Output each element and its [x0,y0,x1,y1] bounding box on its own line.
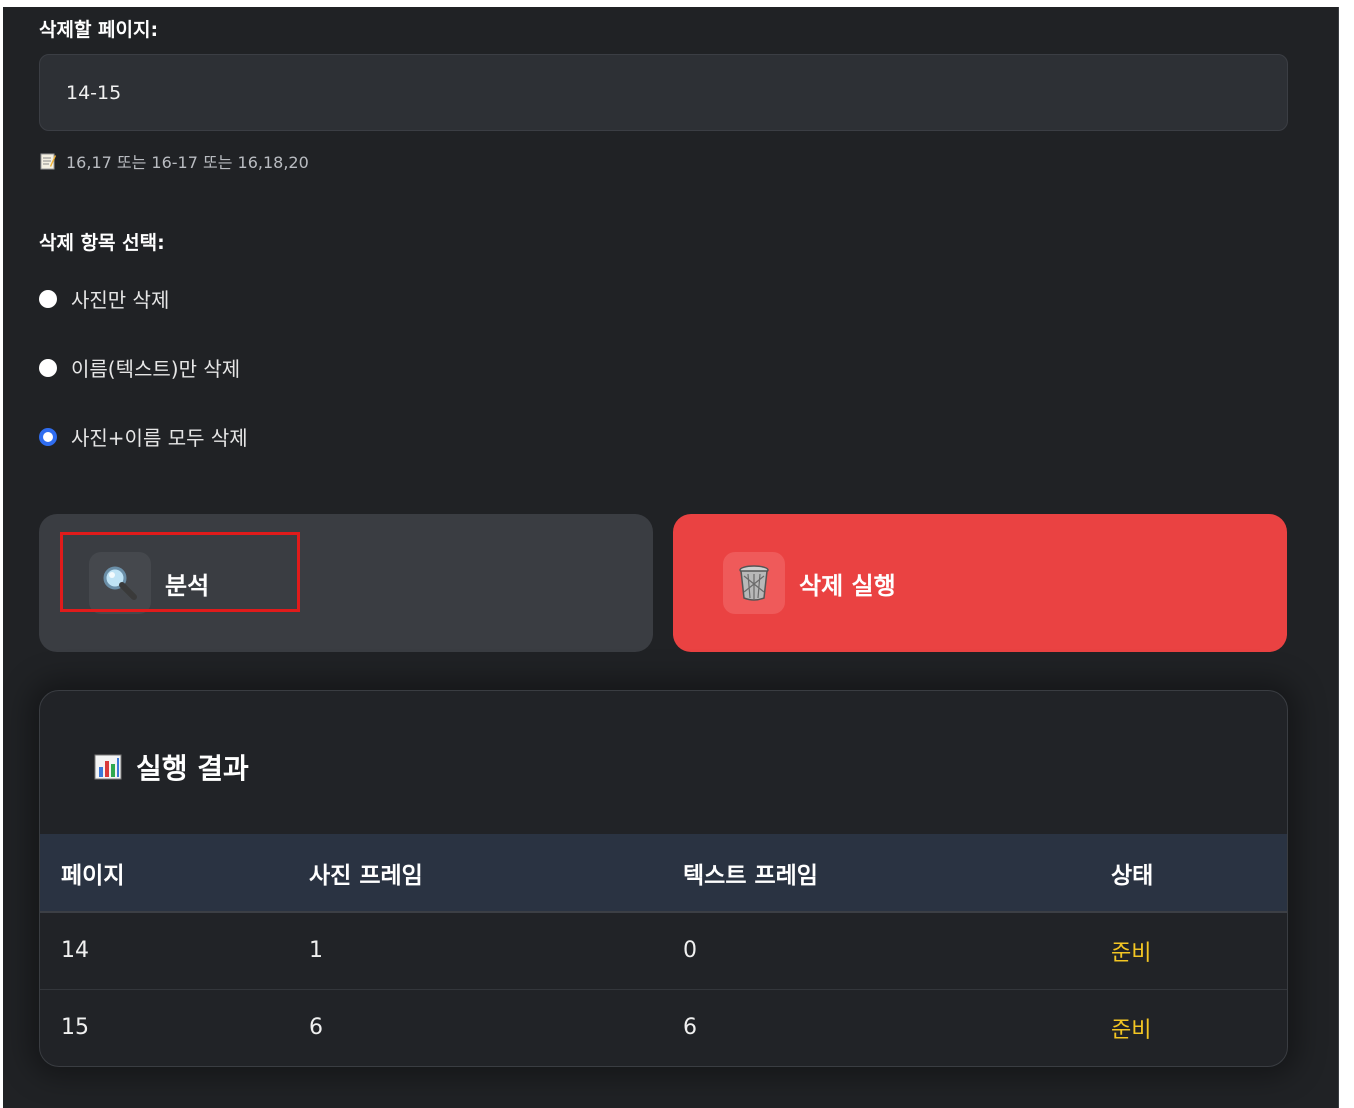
column-header-status: 상태 [1111,862,1154,889]
table-header-row: 페이지 사진 프레임 텍스트 프레임 상태 [40,834,1287,912]
radio-text-only[interactable]: 이름(텍스트)만 삭제 [39,353,240,382]
pages-hint: 16,17 또는 16-17 또는 16,18,20 [40,149,309,173]
pages-hint-text: 16,17 또는 16-17 또는 16,18,20 [66,153,309,172]
cell-status: 준비 [1111,940,1152,966]
delete-items-label: 삭제 항목 선택: [39,232,165,254]
radio-label: 사진만 삭제 [71,288,170,312]
analyze-label: 분석 [165,571,210,600]
cell-text-frames: 0 [683,938,697,964]
delete-execute-button[interactable]: 삭제 실행 [673,514,1287,652]
trash-icon [723,552,785,614]
column-header-photo-frames: 사진 프레임 [309,862,423,889]
memo-icon [40,152,56,170]
radio-photo-only[interactable]: 사진만 삭제 [39,284,169,313]
bar-chart-icon [94,754,122,780]
cell-photo-frames: 6 [309,1015,323,1041]
radio-label: 사진+이름 모두 삭제 [71,426,248,450]
cell-status: 준비 [1111,1017,1152,1043]
pages-label: 삭제할 페이지: [39,19,159,41]
cell-page: 14 [61,938,89,964]
radio-photo-and-text[interactable]: 사진+이름 모두 삭제 [39,422,248,451]
column-header-page: 페이지 [61,862,125,889]
results-title: 실행 결과 [94,747,249,787]
results-table: 페이지 사진 프레임 텍스트 프레임 상태 14 1 0 준비 15 6 6 준 [40,834,1287,1066]
cell-photo-frames: 1 [309,938,323,964]
results-panel: 실행 결과 페이지 사진 프레임 텍스트 프레임 상태 14 1 0 준비 15… [39,690,1288,1067]
app-panel: 삭제할 페이지: 16,17 또는 16-17 또는 16,18,20 삭제 항… [3,7,1339,1108]
delete-execute-label: 삭제 실행 [799,571,896,600]
magnifier-icon [89,552,151,614]
cell-page: 15 [61,1015,89,1041]
radio-button[interactable] [39,289,57,308]
analyze-button[interactable]: 분석 [39,514,653,652]
results-title-text: 실행 결과 [136,752,249,785]
table-row: 14 1 0 준비 [40,912,1287,989]
table-row: 15 6 6 준비 [40,989,1287,1066]
pages-input[interactable] [39,54,1288,131]
cell-text-frames: 6 [683,1015,697,1041]
radio-button[interactable] [39,358,57,377]
column-header-text-frames: 텍스트 프레임 [683,862,818,889]
radio-label: 이름(텍스트)만 삭제 [71,357,241,381]
radio-button-selected[interactable] [39,427,57,446]
